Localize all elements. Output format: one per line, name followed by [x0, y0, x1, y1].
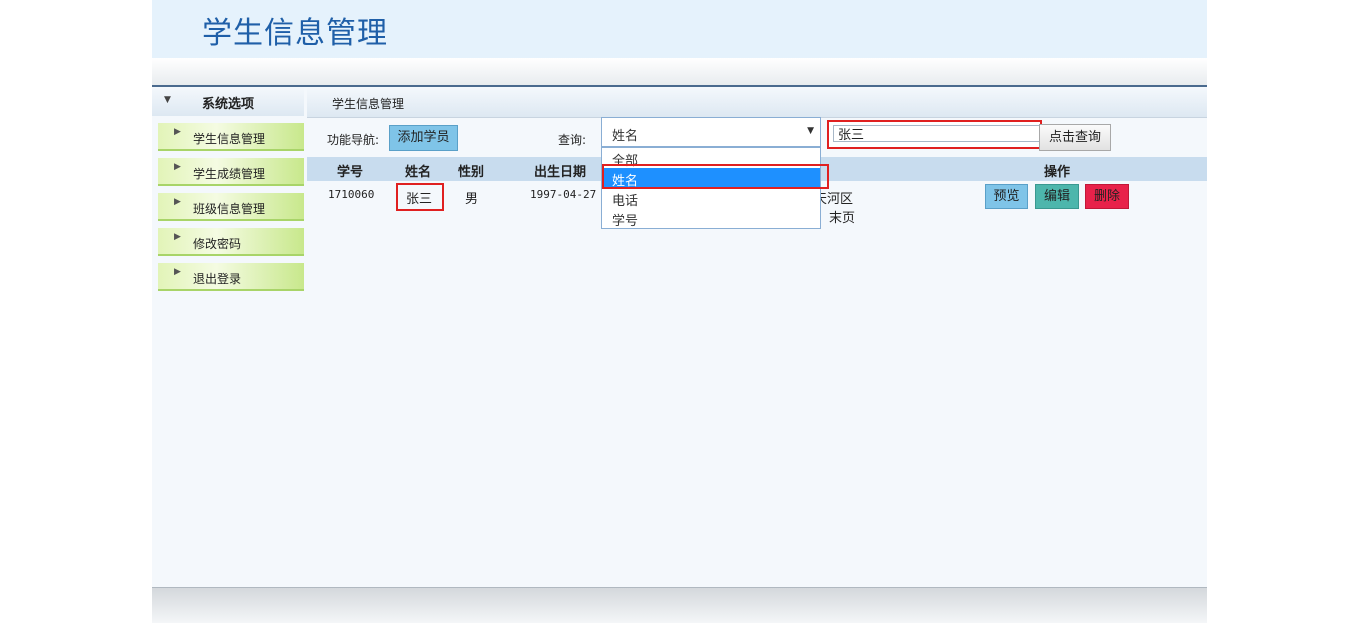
search-button[interactable]: 点击查询 — [1039, 124, 1111, 151]
app-title: 学生信息管理 — [202, 16, 388, 51]
preview-button[interactable]: 预览 — [985, 184, 1028, 209]
sidebar: ▼ 系统选项 ▶ 学生信息管理 ▶ 学生成绩管理 ▶ 班级信息管理 ▶ 修改密码… — [152, 87, 304, 587]
name-cell-highlight — [396, 183, 444, 211]
delete-button[interactable]: 删除 — [1085, 184, 1129, 209]
caret-down-icon: ▼ — [164, 95, 171, 105]
query-label: 查询: — [558, 133, 587, 147]
column-header-name: 姓名 — [405, 165, 432, 180]
cell-id: 1710060 — [328, 188, 375, 201]
edit-button[interactable]: 编辑 — [1035, 184, 1079, 209]
dropdown-option-phone[interactable]: 电话 — [602, 188, 820, 209]
cell-gender: 男 — [465, 192, 479, 207]
dropdown-selection-highlight — [602, 164, 829, 189]
dropdown-arrow-icon: ▼ — [807, 126, 814, 136]
search-field-selected: 姓名 — [612, 129, 639, 144]
sidebar-item-label: 班级信息管理 — [193, 202, 266, 216]
sidebar-item-label: 学生信息管理 — [193, 132, 266, 146]
cell-birth: 1997-04-27 — [530, 188, 597, 201]
breadcrumb-bar: 学生信息管理 — [307, 87, 1207, 118]
footer — [152, 587, 1207, 623]
sidebar-item-change-password[interactable]: ▶ 修改密码 — [158, 228, 304, 256]
header: 学生信息管理 — [152, 0, 1207, 58]
search-input-highlight — [827, 120, 1043, 149]
sidebar-header[interactable]: ▼ 系统选项 — [152, 87, 304, 116]
sidebar-item-label: 修改密码 — [193, 237, 242, 251]
sidebar-item-grades[interactable]: ▶ 学生成绩管理 — [158, 158, 304, 186]
column-header-gender: 性别 — [458, 165, 485, 180]
add-student-button[interactable]: 添加学员 — [389, 125, 458, 151]
sidebar-item-student-info[interactable]: ▶ 学生信息管理 — [158, 123, 304, 151]
sidebar-item-classes[interactable]: ▶ 班级信息管理 — [158, 193, 304, 221]
column-header-actions: 操作 — [1044, 165, 1071, 180]
sidebar-item-label: 退出登录 — [193, 272, 242, 286]
search-field-select[interactable]: 姓名 ▼ — [601, 117, 821, 147]
chevron-right-icon: ▶ — [174, 162, 181, 172]
top-bar — [152, 58, 1207, 87]
sidebar-header-label: 系统选项 — [202, 97, 255, 112]
breadcrumb: 学生信息管理 — [332, 97, 405, 111]
sidebar-item-label: 学生成绩管理 — [193, 167, 266, 181]
chevron-right-icon: ▶ — [174, 197, 181, 207]
main-content: 学生信息管理 功能导航: 添加学员 查询: 姓名 ▼ 点击查询 学号 姓名 性别… — [307, 87, 1207, 587]
chevron-right-icon: ▶ — [174, 267, 181, 277]
column-header-birth: 出生日期 — [534, 165, 587, 180]
pager-last-page[interactable]: 末页 — [829, 207, 855, 226]
dropdown-option-id[interactable]: 学号 — [602, 208, 820, 229]
column-header-id: 学号 — [337, 165, 364, 180]
nav-label: 功能导航: — [327, 133, 380, 147]
chevron-right-icon: ▶ — [174, 127, 181, 137]
search-input[interactable] — [833, 125, 1043, 142]
sidebar-item-logout[interactable]: ▶ 退出登录 — [158, 263, 304, 291]
chevron-right-icon: ▶ — [174, 232, 181, 242]
app-frame: 学生信息管理 ▼ 系统选项 ▶ 学生信息管理 ▶ 学生成绩管理 ▶ 班级信息管理… — [152, 0, 1207, 623]
